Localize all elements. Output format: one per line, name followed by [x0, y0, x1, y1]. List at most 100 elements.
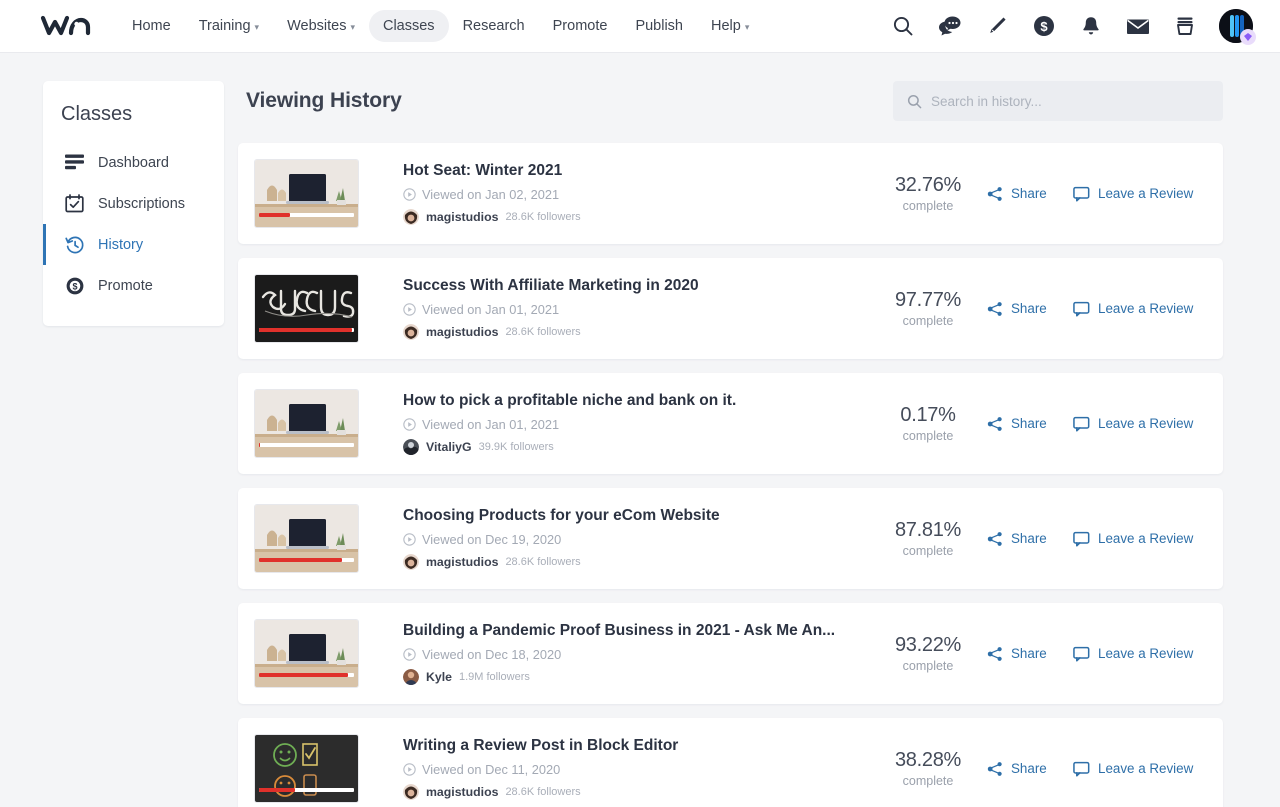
main-header: Viewing History — [238, 81, 1223, 143]
viewed-date: Viewed on Dec 19, 2020 — [403, 532, 869, 547]
sidebar-item-subscriptions[interactable]: Subscriptions — [43, 183, 224, 224]
author-avatar — [403, 669, 419, 685]
review-label: Leave a Review — [1098, 186, 1194, 201]
course-thumbnail[interactable] — [254, 504, 359, 573]
course-title[interactable]: How to pick a profitable niche and bank … — [403, 392, 869, 410]
page-title: Viewing History — [246, 89, 402, 112]
progress-bar — [259, 788, 354, 792]
leave-review-button[interactable]: Leave a Review — [1073, 186, 1223, 202]
comment-icon — [1073, 186, 1090, 202]
leave-review-button[interactable]: Leave a Review — [1073, 646, 1223, 662]
calendar-check-icon — [64, 193, 85, 214]
share-button[interactable]: Share — [987, 531, 1073, 547]
sidebar-item-dashboard[interactable]: Dashboard — [43, 142, 224, 183]
completion-label: complete — [902, 314, 954, 328]
course-author[interactable]: magistudios 28.6K followers — [403, 554, 869, 570]
course-author[interactable]: VitaliyG 39.9K followers — [403, 439, 869, 455]
premium-badge-icon — [1240, 29, 1256, 45]
share-button[interactable]: Share — [987, 186, 1073, 202]
viewed-date: Viewed on Dec 11, 2020 — [403, 762, 869, 777]
author-name: magistudios — [426, 555, 499, 569]
nav-item-help[interactable]: Help ▾ — [697, 10, 763, 42]
leave-review-button[interactable]: Leave a Review — [1073, 761, 1223, 777]
course-title[interactable]: Hot Seat: Winter 2021 — [403, 162, 869, 180]
sidebar-title: Classes — [61, 103, 133, 125]
share-button[interactable]: Share — [987, 646, 1073, 662]
bell-icon[interactable] — [1078, 13, 1104, 39]
course-title[interactable]: Success With Affiliate Marketing in 2020 — [403, 277, 869, 295]
course-title[interactable]: Building a Pandemic Proof Business in 20… — [403, 622, 869, 640]
search-icon — [907, 94, 922, 109]
course-thumbnail[interactable] — [254, 159, 359, 228]
search-input[interactable] — [931, 93, 1209, 109]
share-button[interactable]: Share — [987, 761, 1073, 777]
course-author[interactable]: Kyle 1.9M followers — [403, 669, 869, 685]
leave-review-button[interactable]: Leave a Review — [1073, 416, 1223, 432]
sidebar-item-history[interactable]: History — [43, 224, 224, 265]
envelope-icon[interactable] — [1125, 13, 1151, 39]
nav-item-publish[interactable]: Publish — [621, 10, 697, 42]
search-icon[interactable] — [890, 13, 916, 39]
course-title[interactable]: Choosing Products for your eCom Website — [403, 507, 869, 525]
page-body: Classes Dashboard Subscriptions History … — [0, 53, 1280, 807]
course-thumbnail[interactable] — [254, 619, 359, 688]
share-label: Share — [1011, 531, 1047, 546]
completion-block: 38.28% complete — [869, 749, 987, 788]
author-name: VitaliyG — [426, 440, 472, 454]
share-icon — [987, 646, 1003, 662]
leave-review-button[interactable]: Leave a Review — [1073, 301, 1223, 317]
sidebar-item-promote[interactable]: $ Promote — [43, 265, 224, 306]
course-thumbnail[interactable] — [254, 274, 359, 343]
completion-percent: 38.28% — [894, 749, 962, 771]
review-label: Leave a Review — [1098, 531, 1194, 546]
card-info: Success With Affiliate Marketing in 2020… — [359, 277, 869, 340]
course-thumbnail[interactable] — [254, 734, 359, 803]
archive-icon[interactable] — [1172, 13, 1198, 39]
wa-logo[interactable] — [40, 12, 92, 40]
user-avatar[interactable] — [1219, 9, 1256, 45]
history-card[interactable]: How to pick a profitable niche and bank … — [238, 373, 1223, 474]
nav-label: Classes — [382, 18, 435, 34]
nav-label: Promote — [552, 18, 608, 34]
history-card[interactable]: Building a Pandemic Proof Business in 20… — [238, 603, 1223, 704]
author-avatar — [403, 324, 419, 340]
pencil-icon[interactable] — [984, 13, 1010, 39]
history-card[interactable]: Choosing Products for your eCom Website … — [238, 488, 1223, 589]
history-clock-icon — [64, 234, 85, 255]
dollar-icon[interactable]: $ — [1031, 13, 1057, 39]
leave-review-button[interactable]: Leave a Review — [1073, 531, 1223, 547]
course-author[interactable]: magistudios 28.6K followers — [403, 784, 869, 800]
history-card[interactable]: Writing a Review Post in Block Editor Vi… — [238, 718, 1223, 807]
course-thumbnail[interactable] — [254, 389, 359, 458]
chevron-down-icon: ▾ — [350, 21, 355, 32]
nav-label: Help — [711, 18, 741, 34]
comment-icon — [1073, 301, 1090, 317]
nav-item-research[interactable]: Research — [449, 10, 539, 42]
viewed-date-text: Viewed on Jan 01, 2021 — [422, 417, 560, 432]
nav-item-home[interactable]: Home — [118, 10, 185, 42]
nav-item-promote[interactable]: Promote — [539, 10, 622, 42]
nav-item-websites[interactable]: Websites ▾ — [273, 10, 369, 42]
history-card[interactable]: Hot Seat: Winter 2021 Viewed on Jan 02, … — [238, 143, 1223, 244]
main-nav-links: Home Training ▾ Websites ▾ Classes Researc… — [118, 10, 763, 42]
course-author[interactable]: magistudios 28.6K followers — [403, 209, 869, 225]
play-circle-icon — [403, 763, 416, 776]
author-name: magistudios — [426, 325, 499, 339]
progress-bar — [259, 673, 354, 677]
viewed-date-text: Viewed on Dec 18, 2020 — [422, 647, 562, 662]
completion-label: complete — [902, 429, 954, 443]
history-card[interactable]: Success With Affiliate Marketing in 2020… — [238, 258, 1223, 359]
review-label: Leave a Review — [1098, 301, 1194, 316]
comment-icon — [1073, 646, 1090, 662]
viewed-date-text: Viewed on Jan 02, 2021 — [422, 187, 560, 202]
course-title[interactable]: Writing a Review Post in Block Editor — [403, 737, 869, 755]
nav-item-classes[interactable]: Classes — [368, 10, 449, 42]
viewed-date-text: Viewed on Dec 11, 2020 — [422, 762, 561, 777]
chat-icon[interactable] — [937, 13, 963, 39]
play-circle-icon — [403, 648, 416, 661]
share-button[interactable]: Share — [987, 301, 1073, 317]
history-search-box[interactable] — [893, 81, 1223, 121]
share-button[interactable]: Share — [987, 416, 1073, 432]
course-author[interactable]: magistudios 28.6K followers — [403, 324, 869, 340]
nav-item-training[interactable]: Training ▾ — [185, 10, 273, 42]
